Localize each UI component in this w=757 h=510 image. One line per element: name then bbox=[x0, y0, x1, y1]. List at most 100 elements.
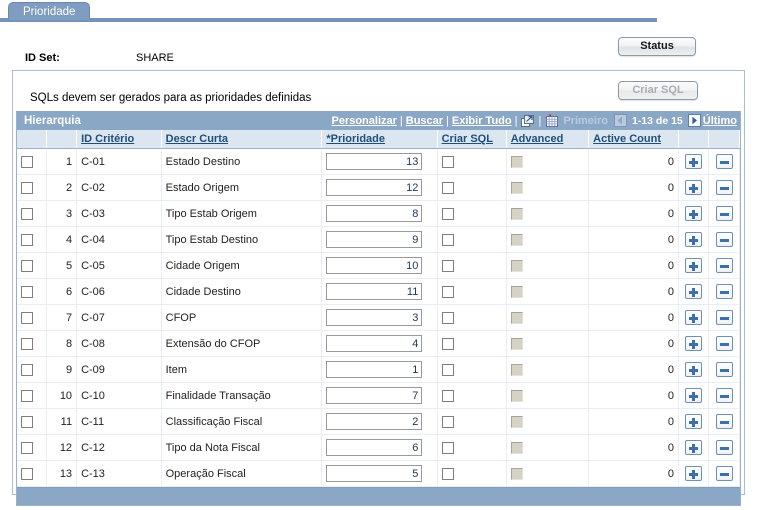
prioridade-input[interactable] bbox=[326, 335, 423, 352]
row-add-cell[interactable] bbox=[678, 460, 710, 487]
row-select-checkbox[interactable] bbox=[21, 207, 33, 220]
prioridade-input[interactable] bbox=[326, 257, 423, 274]
row-delete-cell[interactable] bbox=[708, 148, 740, 175]
delete-row-button[interactable] bbox=[715, 232, 733, 247]
row-select-checkbox[interactable] bbox=[21, 233, 33, 246]
status-button[interactable]: Status bbox=[618, 37, 696, 56]
row-delete-cell[interactable] bbox=[708, 304, 740, 331]
criar-sql-checkbox[interactable] bbox=[441, 207, 454, 220]
row-add-cell[interactable] bbox=[678, 226, 710, 253]
row-add-cell[interactable] bbox=[678, 304, 710, 331]
delete-row-button[interactable] bbox=[715, 414, 733, 429]
criar-sql-checkbox[interactable] bbox=[441, 311, 454, 324]
row-select-cell[interactable] bbox=[17, 356, 47, 383]
delete-row-button[interactable] bbox=[715, 206, 733, 221]
add-row-button[interactable] bbox=[685, 180, 703, 195]
row-select-checkbox[interactable] bbox=[21, 467, 33, 480]
buscar-link[interactable]: Buscar bbox=[406, 112, 443, 130]
delete-row-button[interactable] bbox=[715, 466, 733, 481]
row-select-checkbox[interactable] bbox=[21, 441, 33, 454]
column-header-active-count[interactable]: Active Count bbox=[588, 130, 679, 149]
row-select-cell[interactable] bbox=[17, 252, 47, 279]
row-prioridade-cell[interactable] bbox=[321, 174, 438, 201]
row-add-cell[interactable] bbox=[678, 434, 710, 461]
delete-row-button[interactable] bbox=[715, 362, 733, 377]
row-delete-cell[interactable] bbox=[708, 434, 740, 461]
add-row-button[interactable] bbox=[685, 388, 703, 403]
row-delete-cell[interactable] bbox=[708, 200, 740, 227]
row-select-cell[interactable] bbox=[17, 304, 47, 331]
delete-row-button[interactable] bbox=[715, 388, 733, 403]
row-prioridade-cell[interactable] bbox=[321, 148, 438, 175]
criar-sql-checkbox[interactable] bbox=[441, 441, 454, 454]
prioridade-input[interactable] bbox=[326, 387, 423, 404]
prioridade-input[interactable] bbox=[326, 413, 423, 430]
row-criar-sql-cell[interactable] bbox=[437, 200, 507, 227]
row-prioridade-cell[interactable] bbox=[321, 434, 438, 461]
add-row-button[interactable] bbox=[685, 154, 703, 169]
row-delete-cell[interactable] bbox=[708, 252, 740, 279]
delete-row-button[interactable] bbox=[715, 284, 733, 299]
row-select-checkbox[interactable] bbox=[21, 415, 33, 428]
row-prioridade-cell[interactable] bbox=[321, 408, 438, 435]
delete-row-button[interactable] bbox=[715, 336, 733, 351]
row-select-cell[interactable] bbox=[17, 330, 47, 357]
row-add-cell[interactable] bbox=[678, 382, 710, 409]
column-header-criar-sql[interactable]: Criar SQL bbox=[437, 130, 507, 149]
row-criar-sql-cell[interactable] bbox=[437, 434, 507, 461]
delete-row-button[interactable] bbox=[715, 440, 733, 455]
row-delete-cell[interactable] bbox=[708, 226, 740, 253]
exibir-tudo-link[interactable]: Exibir Tudo bbox=[452, 112, 512, 130]
column-header-id-criterio[interactable]: ID Critério bbox=[76, 130, 162, 149]
row-prioridade-cell[interactable] bbox=[321, 226, 438, 253]
add-row-button[interactable] bbox=[685, 310, 703, 325]
row-select-checkbox[interactable] bbox=[21, 389, 33, 402]
criar-sql-checkbox[interactable] bbox=[441, 389, 454, 402]
row-criar-sql-cell[interactable] bbox=[437, 174, 507, 201]
row-add-cell[interactable] bbox=[678, 408, 710, 435]
add-row-button[interactable] bbox=[685, 362, 703, 377]
criar-sql-checkbox[interactable] bbox=[441, 155, 454, 168]
delete-row-button[interactable] bbox=[715, 180, 733, 195]
row-criar-sql-cell[interactable] bbox=[437, 304, 507, 331]
row-criar-sql-cell[interactable] bbox=[437, 226, 507, 253]
row-criar-sql-cell[interactable] bbox=[437, 278, 507, 305]
previous-page-arrow[interactable] bbox=[613, 114, 628, 128]
prioridade-input[interactable] bbox=[326, 361, 423, 378]
row-prioridade-cell[interactable] bbox=[321, 200, 438, 227]
row-delete-cell[interactable] bbox=[708, 356, 740, 383]
prioridade-input[interactable] bbox=[326, 283, 423, 300]
add-row-button[interactable] bbox=[685, 414, 703, 429]
row-criar-sql-cell[interactable] bbox=[437, 460, 507, 487]
row-select-cell[interactable] bbox=[17, 382, 47, 409]
row-select-checkbox[interactable] bbox=[21, 285, 33, 298]
row-prioridade-cell[interactable] bbox=[321, 278, 438, 305]
prioridade-input[interactable] bbox=[326, 465, 423, 482]
prioridade-input[interactable] bbox=[326, 439, 423, 456]
row-add-cell[interactable] bbox=[678, 356, 710, 383]
row-select-checkbox[interactable] bbox=[21, 311, 33, 324]
ultimo-link[interactable]: Último bbox=[703, 112, 737, 130]
column-header-prioridade[interactable]: *Prioridade bbox=[321, 130, 438, 149]
add-row-button[interactable] bbox=[685, 258, 703, 273]
row-delete-cell[interactable] bbox=[708, 174, 740, 201]
criar-sql-checkbox[interactable] bbox=[441, 467, 454, 480]
criar-sql-checkbox[interactable] bbox=[441, 181, 454, 194]
row-add-cell[interactable] bbox=[678, 330, 710, 357]
row-select-checkbox[interactable] bbox=[21, 337, 33, 350]
criar-sql-checkbox[interactable] bbox=[441, 337, 454, 350]
row-criar-sql-cell[interactable] bbox=[437, 382, 507, 409]
row-select-cell[interactable] bbox=[17, 460, 47, 487]
row-prioridade-cell[interactable] bbox=[321, 460, 438, 487]
row-select-cell[interactable] bbox=[17, 408, 47, 435]
prioridade-input[interactable] bbox=[326, 231, 423, 248]
column-header-advanced[interactable]: Advanced bbox=[506, 130, 590, 149]
row-criar-sql-cell[interactable] bbox=[437, 252, 507, 279]
delete-row-button[interactable] bbox=[715, 258, 733, 273]
delete-row-button[interactable] bbox=[715, 154, 733, 169]
row-prioridade-cell[interactable] bbox=[321, 252, 438, 279]
row-select-checkbox[interactable] bbox=[21, 155, 33, 168]
prioridade-input[interactable] bbox=[326, 205, 423, 222]
row-delete-cell[interactable] bbox=[708, 460, 740, 487]
row-select-cell[interactable] bbox=[17, 148, 47, 175]
